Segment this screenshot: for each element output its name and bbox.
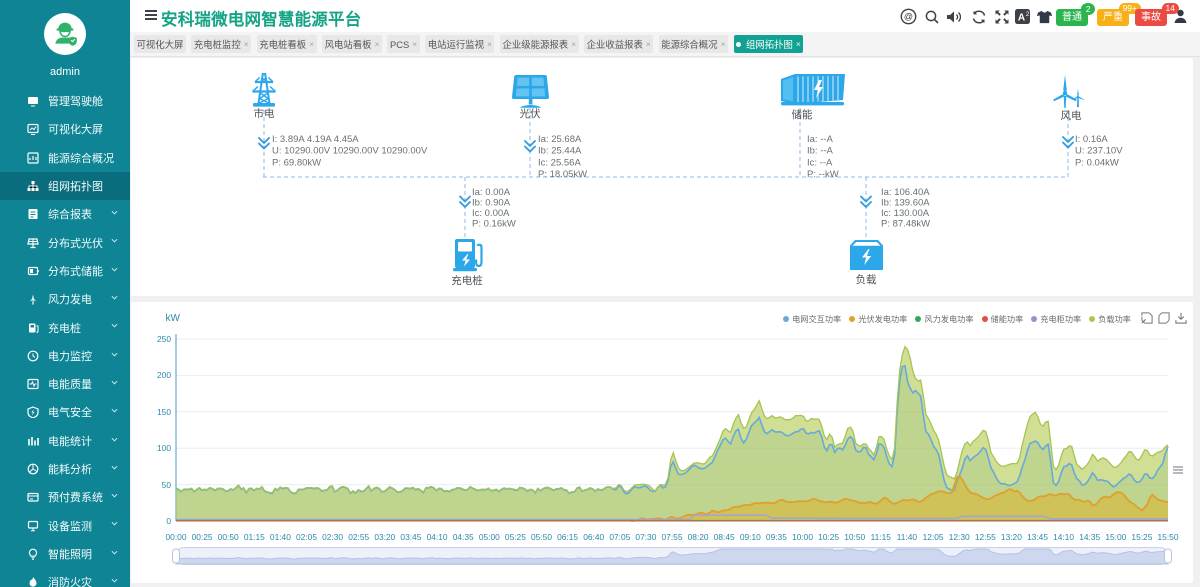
svg-text:Ic: 0.00A: Ic: 0.00A (472, 208, 510, 219)
svg-text:250: 250 (157, 334, 171, 344)
svg-text:11:40: 11:40 (897, 532, 918, 542)
svg-text:kW: kW (166, 313, 181, 324)
svg-text:@: @ (904, 12, 913, 22)
svg-text:P: 18.05kW: P: 18.05kW (538, 169, 587, 180)
svg-text:Ic: --A: Ic: --A (807, 157, 833, 168)
svg-text:光伏: 光伏 (520, 107, 541, 120)
svg-text:50: 50 (162, 480, 172, 490)
svg-text:P: 0.16kW: P: 0.16kW (472, 219, 516, 230)
svg-text:U: 10290.00V 10290.00V 10290.0: U: 10290.00V 10290.00V 10290.00V (272, 146, 428, 157)
svg-text:02:30: 02:30 (322, 532, 343, 542)
svg-text:02:05: 02:05 (296, 532, 317, 542)
svg-text:Ib: --A: Ib: --A (807, 146, 834, 157)
svg-text:Ib: 25.44A: Ib: 25.44A (538, 146, 582, 157)
svg-text:00:25: 00:25 (192, 532, 213, 542)
svg-text:负载: 负载 (856, 273, 877, 286)
svg-text:I: 3.89A 4.19A 4.45A: I: 3.89A 4.19A 4.45A (272, 134, 359, 145)
svg-text:12:55: 12:55 (975, 532, 996, 542)
svg-text:P: 0.04kW: P: 0.04kW (1075, 157, 1119, 168)
svg-text:06:40: 06:40 (583, 532, 604, 542)
svg-text:15:50: 15:50 (1158, 532, 1179, 542)
svg-text:P: 69.80kW: P: 69.80kW (272, 157, 321, 168)
svg-text:03:45: 03:45 (400, 532, 421, 542)
svg-text:06:15: 06:15 (557, 532, 578, 542)
svg-text:13:20: 13:20 (1001, 532, 1022, 542)
svg-text:13:45: 13:45 (1027, 532, 1048, 542)
svg-text:Ia: --A: Ia: --A (807, 134, 834, 145)
svg-text:09:35: 09:35 (766, 532, 787, 542)
svg-text:00:00: 00:00 (166, 532, 187, 542)
svg-text:05:00: 05:00 (479, 532, 500, 542)
svg-text:01:15: 01:15 (244, 532, 265, 542)
svg-text:150: 150 (157, 407, 171, 417)
svg-text:10:00: 10:00 (792, 532, 813, 542)
svg-text:P: --kW: P: --kW (807, 169, 839, 180)
svg-text:14:35: 14:35 (1079, 532, 1100, 542)
svg-text:03:20: 03:20 (374, 532, 395, 542)
svg-text:09:10: 09:10 (740, 532, 761, 542)
svg-text:储能: 储能 (792, 108, 813, 121)
svg-text:12:30: 12:30 (949, 532, 970, 542)
svg-text:11:15: 11:15 (871, 532, 892, 542)
svg-text:01:40: 01:40 (270, 532, 291, 542)
svg-text:风电: 风电 (1061, 109, 1083, 122)
svg-text:0: 0 (166, 516, 171, 526)
svg-text:07:30: 07:30 (635, 532, 656, 542)
svg-text:充电桩: 充电桩 (451, 274, 483, 287)
svg-text:04:10: 04:10 (427, 532, 448, 542)
svg-text:07:05: 07:05 (609, 532, 630, 542)
svg-text:15:25: 15:25 (1131, 532, 1152, 542)
svg-text:P: 87.48kW: P: 87.48kW (881, 219, 930, 230)
svg-text:08:20: 08:20 (688, 532, 709, 542)
svg-text:10:25: 10:25 (818, 532, 839, 542)
svg-text:I: 0.16A: I: 0.16A (1075, 134, 1108, 145)
svg-text:05:25: 05:25 (505, 532, 526, 542)
svg-text:A: A (1018, 13, 1025, 24)
svg-text:05:50: 05:50 (531, 532, 552, 542)
svg-text:04:35: 04:35 (453, 532, 474, 542)
svg-text:02:55: 02:55 (348, 532, 369, 542)
svg-text:15:00: 15:00 (1105, 532, 1126, 542)
svg-text:100: 100 (157, 443, 171, 453)
svg-text:Ic: 130.00A: Ic: 130.00A (881, 208, 930, 219)
svg-text:08:45: 08:45 (714, 532, 735, 542)
svg-text:Ia: 0.00A: Ia: 0.00A (472, 187, 511, 198)
svg-text:Ib: 0.90A: Ib: 0.90A (472, 198, 511, 209)
svg-text:Ia: 25.68A: Ia: 25.68A (538, 134, 582, 145)
svg-text:07:55: 07:55 (662, 532, 683, 542)
svg-text:市电: 市电 (254, 107, 275, 120)
svg-text:U: 237.10V: U: 237.10V (1075, 146, 1123, 157)
svg-text:Ib: 139.60A: Ib: 139.60A (881, 198, 930, 209)
svg-text:14:10: 14:10 (1053, 532, 1074, 542)
svg-text:12:05: 12:05 (923, 532, 944, 542)
svg-text:200: 200 (157, 370, 171, 380)
svg-text:00:50: 00:50 (218, 532, 239, 542)
svg-text:10:50: 10:50 (844, 532, 865, 542)
svg-text:Ia: 106.40A: Ia: 106.40A (881, 187, 930, 198)
svg-text:Ic: 25.56A: Ic: 25.56A (538, 157, 581, 168)
